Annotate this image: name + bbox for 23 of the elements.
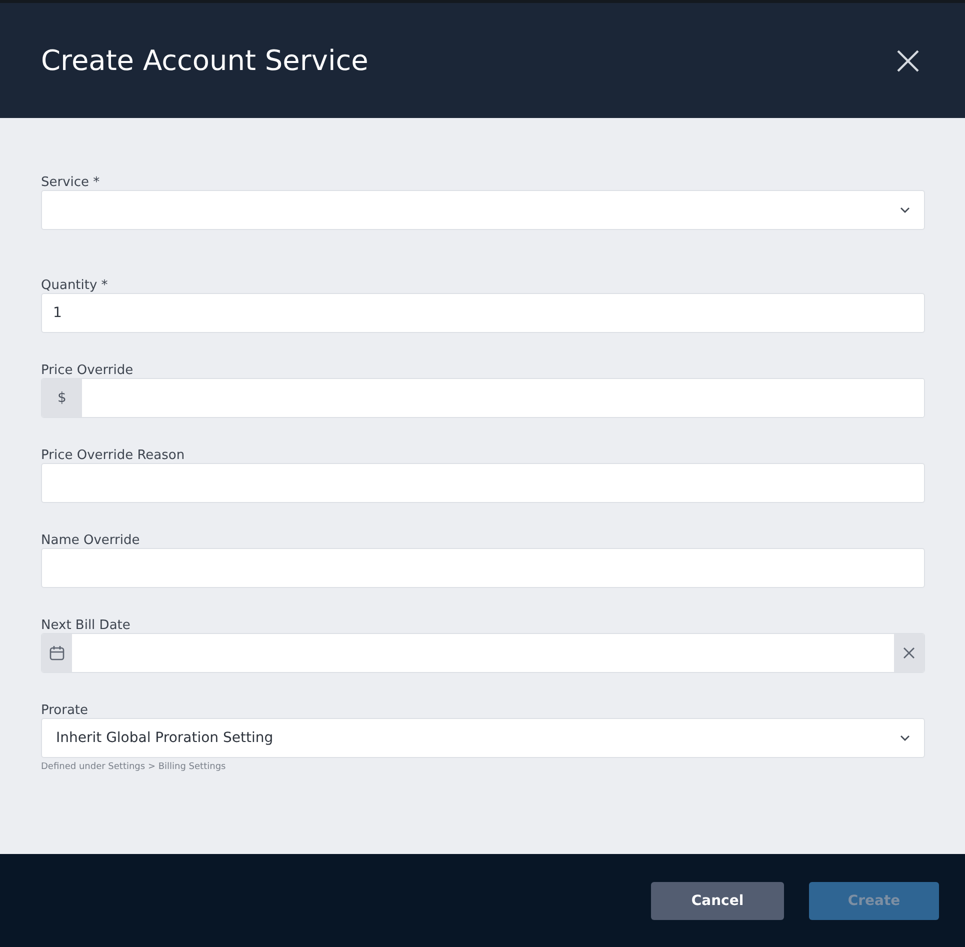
chevron-down-icon: [900, 735, 910, 741]
input-field[interactable]: [41, 548, 925, 588]
field-label: Name Override: [41, 533, 141, 548]
help-text: Defined under Settings > Billing Settings: [41, 762, 227, 772]
field-label: Price Override: [41, 363, 134, 378]
clear-icon[interactable]: [903, 647, 915, 659]
field-label: Service *: [41, 175, 101, 190]
close-icon[interactable]: [896, 48, 920, 72]
select-value: Inherit Global Proration Setting: [56, 730, 274, 746]
field-label: Next Bill Date: [41, 618, 132, 633]
input-field[interactable]: 1: [41, 293, 925, 333]
select-field[interactable]: Inherit Global Proration Setting: [41, 718, 925, 758]
select-field[interactable]: [41, 190, 925, 230]
field-label: Quantity *: [41, 278, 109, 293]
input-field[interactable]: [41, 463, 925, 503]
field-label: Price Override Reason: [41, 448, 186, 463]
currency-prefix: $: [42, 379, 82, 417]
field-label: Prorate: [41, 703, 90, 718]
dialog-title: Create Account Service: [41, 44, 368, 77]
calendar-icon: [49, 645, 65, 661]
chevron-down-icon: [900, 207, 910, 213]
cancel-button[interactable]: Cancel: [651, 882, 784, 920]
price-field[interactable]: $: [41, 378, 925, 418]
